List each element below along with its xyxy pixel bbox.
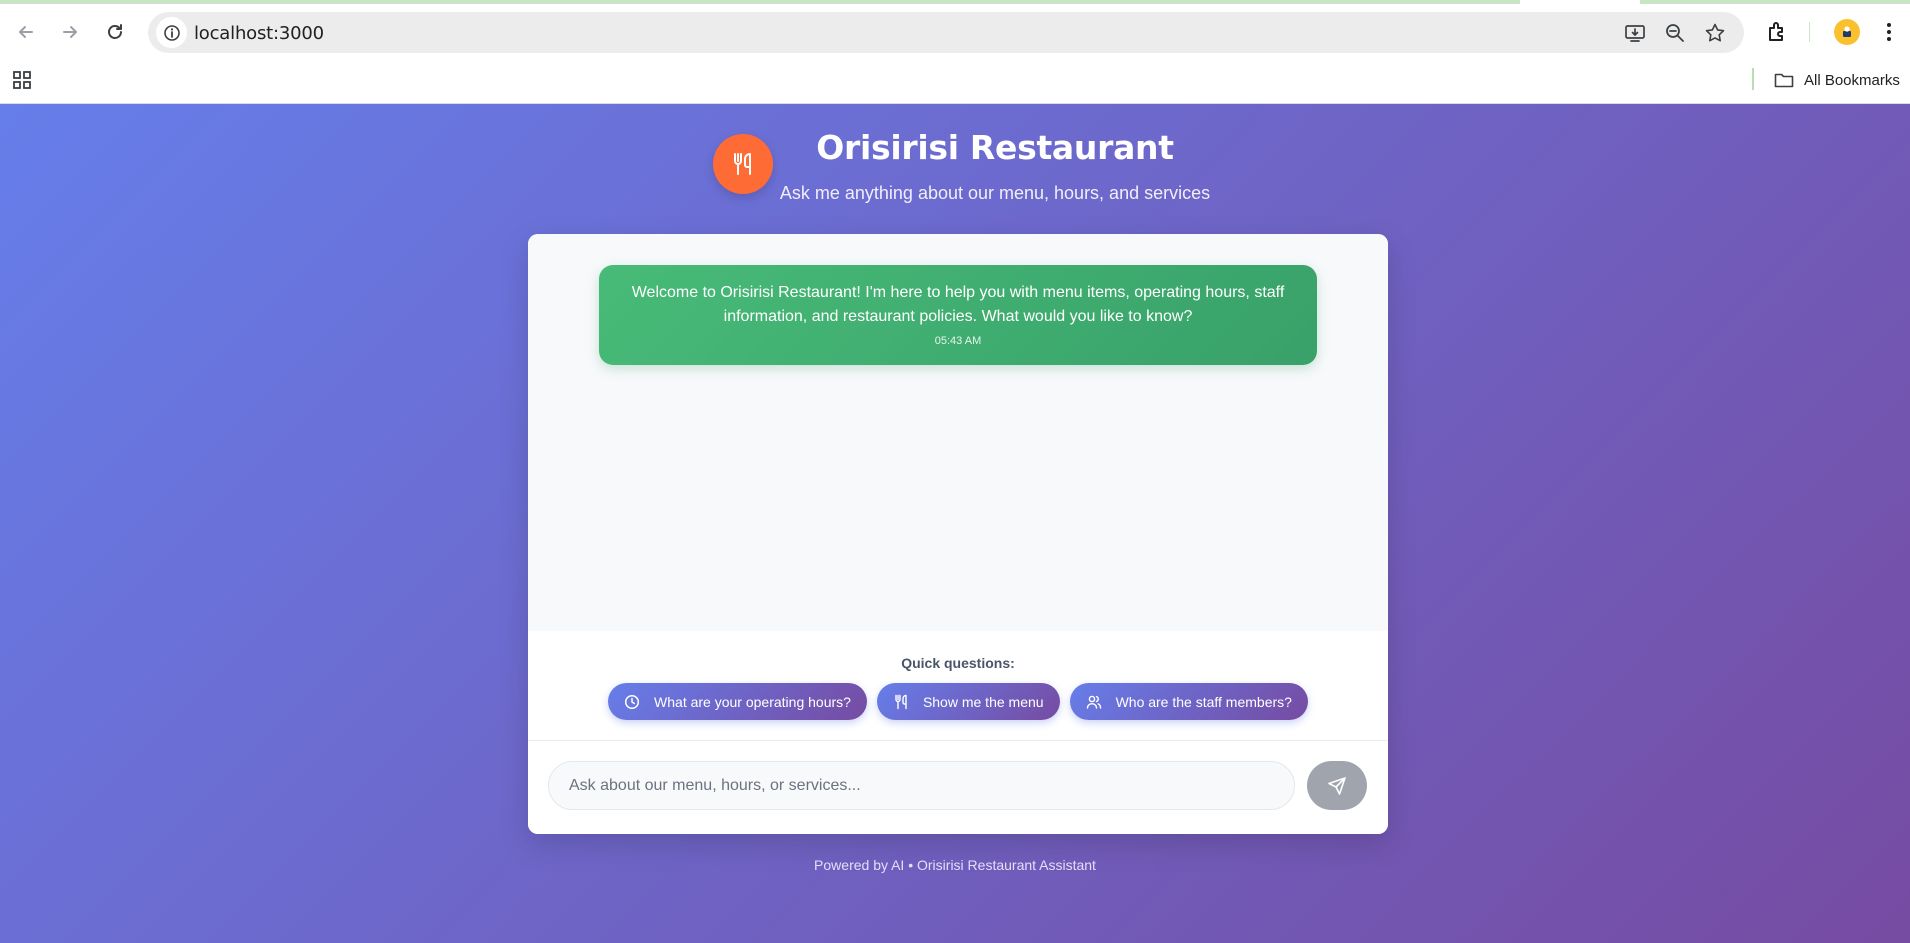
quick-question-staff[interactable]: Who are the staff members? [1069,683,1308,720]
forward-button[interactable] [52,14,88,50]
url-text[interactable]: localhost:3000 [194,23,324,44]
chat-input[interactable] [548,761,1295,810]
all-bookmarks-button[interactable]: All Bookmarks [1774,68,1900,92]
utensils-icon [893,694,909,710]
message-timestamp: 05:43 AM [934,335,982,347]
arrow-right-icon [63,26,77,38]
reload-icon [108,24,122,39]
messages-area[interactable]: Welcome to Orisirisi Restaurant! I'm her… [528,234,1388,631]
bot-message: Welcome to Orisirisi Restaurant! I'm her… [599,265,1317,365]
send-button[interactable] [1307,761,1367,810]
extensions-icon[interactable] [1766,20,1790,44]
page-subtitle: Ask me anything about our menu, hours, a… [779,183,1211,203]
app-background: Orisirisi Restaurant Ask me anything abo… [0,104,1910,943]
page-load-indicator-tail [1640,0,1910,4]
quick-question-label: Show me the menu [922,693,1044,710]
browser-toolbar: localhost:3000 [0,0,1910,64]
apps-grid-icon[interactable] [12,70,32,90]
bookmark-star-icon[interactable] [1704,22,1726,44]
quick-questions-label: Quick questions: [901,655,1015,671]
back-button[interactable] [8,14,44,50]
reload-button[interactable] [97,14,133,50]
chat-card: Welcome to Orisirisi Restaurant! I'm her… [528,234,1388,834]
clock-icon [624,694,640,710]
folder-icon [1774,73,1794,88]
quick-question-menu[interactable]: Show me the menu [876,683,1060,720]
zoom-icon[interactable] [1664,22,1686,44]
quick-questions-list: What are your operating hours? Show me t… [528,683,1388,720]
page-load-indicator [0,0,1520,4]
footer-text: Powered by AI • Orisirisi Restaurant Ass… [814,857,1096,873]
toolbar-divider [1809,22,1810,42]
arrow-left-icon [19,26,33,38]
site-info-icon[interactable] [156,17,187,48]
chat-input-row [528,741,1388,834]
quick-question-label: What are your operating hours? [654,693,851,710]
quick-questions-panel: Quick questions: What are your operating… [528,631,1388,741]
users-icon [1086,694,1102,710]
bookmarks-bar: All Bookmarks [0,64,1910,104]
send-icon [1328,776,1346,795]
page-title: Orisirisi Restaurant [816,128,1174,167]
address-bar[interactable]: localhost:3000 [148,12,1744,53]
profile-icon [1843,26,1851,37]
profile-avatar[interactable] [1834,19,1860,45]
message-text: Welcome to Orisirisi Restaurant! I'm her… [631,284,1285,325]
bookmarks-divider [1752,68,1754,90]
all-bookmarks-label: All Bookmarks [1804,71,1900,89]
more-menu-icon[interactable] [1877,20,1901,44]
install-app-icon[interactable] [1624,22,1646,44]
quick-question-hours[interactable]: What are your operating hours? [608,683,867,720]
quick-question-label: Who are the staff members? [1115,693,1292,710]
